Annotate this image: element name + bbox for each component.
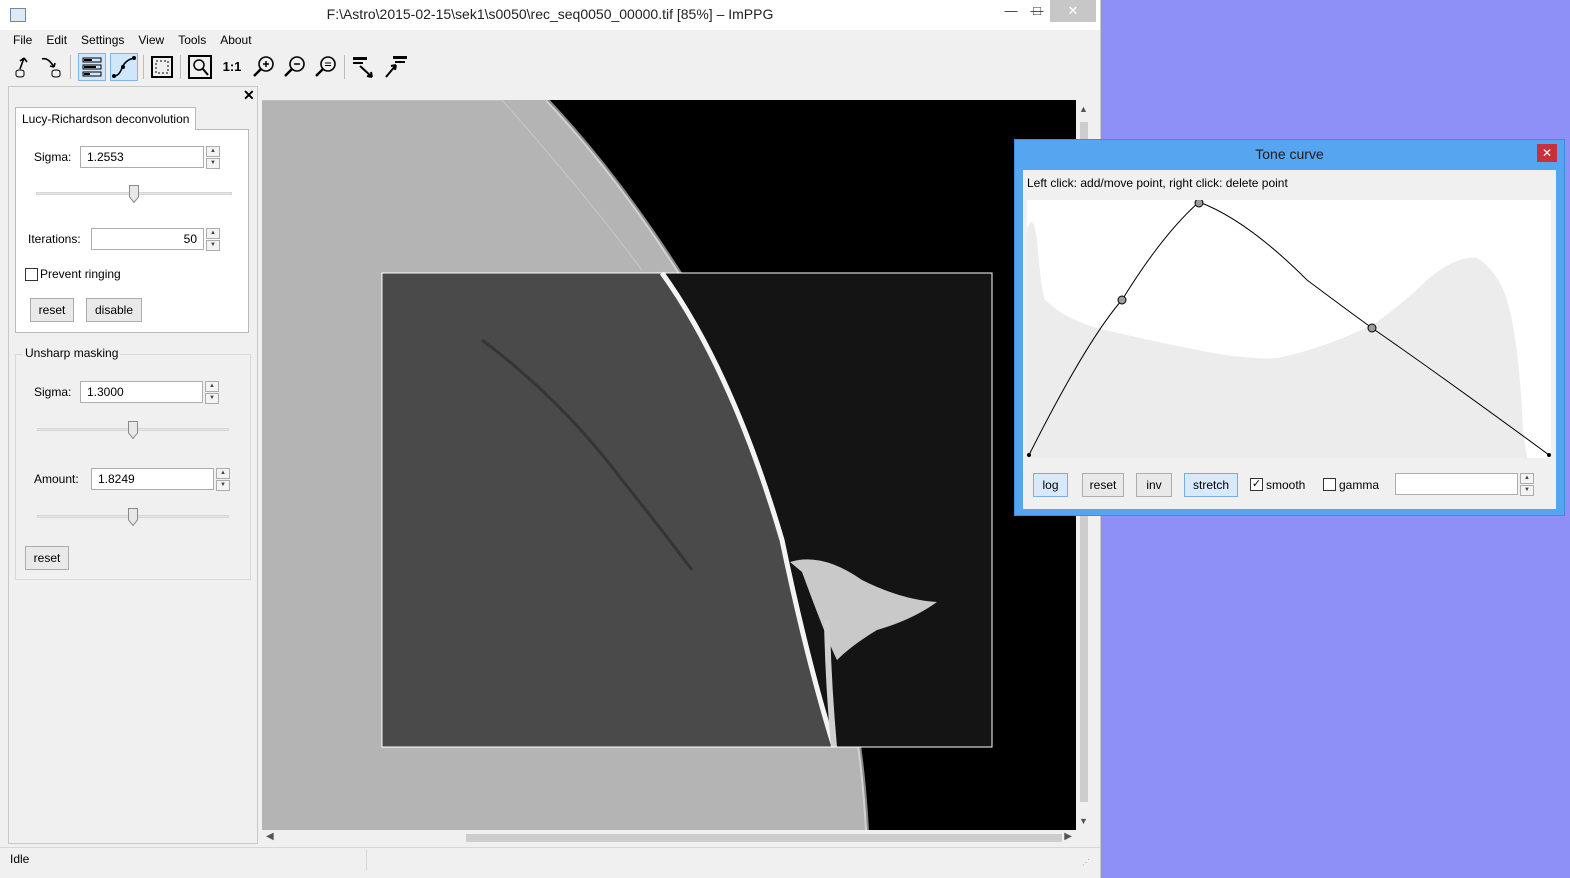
toolbar-separator	[143, 55, 144, 79]
processing-settings-icon[interactable]	[78, 53, 106, 81]
lr-sigma-slider-thumb[interactable]	[129, 185, 139, 204]
curve-control-point[interactable]	[1117, 295, 1127, 305]
select-region-icon[interactable]	[148, 53, 176, 81]
curve-control-point[interactable]	[1027, 453, 1031, 457]
scroll-down-icon[interactable]: ▼	[1079, 816, 1088, 826]
lr-iterations-spinner[interactable]: ▲ ▼	[206, 228, 220, 251]
toolbar: 1:1	[6, 52, 1094, 84]
smooth-label: smooth	[1266, 478, 1306, 492]
scroll-right-icon[interactable]: ▶	[1064, 831, 1072, 842]
toolbar-separator	[344, 55, 345, 79]
prevent-ringing-checkbox[interactable]	[25, 268, 38, 281]
menu-view[interactable]: View	[131, 32, 171, 52]
status-text: Idle	[10, 852, 30, 866]
tone-curve-close-button[interactable]: ✕	[1537, 144, 1557, 162]
tone-curve-title: Tone curve	[1255, 146, 1324, 162]
close-button[interactable]: ✕	[1050, 0, 1096, 22]
unsharp-masking-title: Unsharp masking	[23, 346, 121, 360]
lr-reset-button[interactable]: reset	[30, 298, 74, 322]
status-divider	[366, 850, 367, 870]
lr-iterations-input[interactable]: 50	[91, 228, 204, 250]
save-file-icon[interactable]	[38, 53, 66, 81]
resize-grip-icon[interactable]: ⋰	[1082, 858, 1090, 867]
tone-curve-hint: Left click: add/move point, right click:…	[1027, 176, 1288, 190]
stretch-button[interactable]: stretch	[1184, 473, 1238, 497]
zoom-in-icon[interactable]	[250, 53, 278, 81]
tab-lucy-richardson[interactable]: Lucy-Richardson deconvolution	[15, 107, 197, 130]
tone-reset-button[interactable]: reset	[1082, 473, 1124, 497]
window-title: F:\Astro\2015-02-15\sek1\s0050\rec_seq00…	[326, 6, 774, 22]
menu-settings[interactable]: Settings	[74, 32, 131, 52]
lr-iterations-label: Iterations:	[28, 232, 81, 246]
open-file-icon[interactable]	[10, 53, 38, 81]
um-sigma-label: Sigma:	[34, 385, 72, 399]
menu-about[interactable]: About	[213, 32, 258, 52]
lr-sigma-spinner[interactable]: ▲ ▼	[206, 146, 220, 169]
um-reset-button[interactable]: reset	[25, 546, 69, 570]
curve-control-point[interactable]	[1367, 323, 1377, 333]
fit-window-icon[interactable]	[186, 53, 214, 81]
zoom-out-icon[interactable]	[281, 53, 309, 81]
maximize-button[interactable]: □	[1020, 0, 1054, 22]
um-sigma-input[interactable]: 1.3000	[80, 381, 203, 403]
image-canvas[interactable]	[262, 100, 1076, 830]
um-amount-slider-thumb[interactable]	[128, 508, 138, 527]
scroll-left-icon[interactable]: ◀	[266, 831, 274, 842]
um-amount-spinner[interactable]: ▲ ▼	[216, 468, 230, 491]
status-bar: Idle ⋰	[0, 847, 1100, 872]
menu-tools[interactable]: Tools	[171, 32, 213, 52]
lr-sigma-input[interactable]: 1.2553	[80, 146, 204, 168]
horizontal-scrollbar[interactable]: ◀ ▶	[262, 830, 1076, 846]
toolbar-separator	[180, 55, 181, 79]
tone-curve-icon[interactable]	[110, 53, 138, 81]
curve-control-point[interactable]	[1194, 198, 1204, 208]
smooth-checkbox[interactable]: ✓	[1250, 478, 1263, 491]
um-sigma-slider-thumb[interactable]	[128, 421, 138, 440]
lr-disable-button[interactable]: disable	[86, 298, 142, 322]
lucy-richardson-page: Sigma: 1.2553 ▲ ▼ Iterations: 50 ▲ ▼ Preve…	[15, 129, 249, 333]
panel-close-button[interactable]: ✕	[243, 87, 255, 104]
tone-curve-editor[interactable]	[1027, 198, 1551, 458]
histogram	[1027, 222, 1527, 458]
tone-curve-window: Tone curve ✕ Left click: add/move point,…	[1014, 139, 1565, 516]
invert-button[interactable]: inv	[1136, 473, 1172, 497]
um-sigma-spinner[interactable]: ▲ ▼	[205, 381, 219, 404]
lr-sigma-label: Sigma:	[34, 150, 72, 164]
gamma-input[interactable]	[1395, 473, 1518, 495]
horizontal-scroll-thumb[interactable]	[466, 834, 1062, 842]
menu-bar: File Edit Settings View Tools About	[6, 32, 259, 52]
solar-image	[262, 100, 1076, 830]
curve-control-point[interactable]	[1547, 453, 1551, 457]
zoom-custom-icon[interactable]	[312, 53, 340, 81]
gamma-spinner[interactable]: ▲ ▼	[1520, 473, 1534, 496]
um-amount-label: Amount:	[34, 472, 79, 486]
prevent-ringing-label: Prevent ringing	[40, 267, 121, 281]
batch-process-icon[interactable]	[382, 53, 410, 81]
tone-curve-content: Left click: add/move point, right click:…	[1023, 170, 1556, 509]
processing-panel: ✕ Lucy-Richardson deconvolution Sigma: 1…	[8, 86, 258, 844]
gamma-label: gamma	[1339, 478, 1380, 492]
log-button[interactable]: log	[1033, 473, 1068, 497]
scroll-up-icon[interactable]: ▲	[1079, 104, 1088, 114]
menu-file[interactable]: File	[6, 32, 39, 52]
align-images-icon[interactable]	[350, 53, 378, 81]
title-bar: F:\Astro\2015-02-15\sek1\s0050\rec_seq00…	[0, 0, 1100, 30]
gamma-checkbox[interactable]	[1323, 478, 1336, 491]
zoom-actual-size-icon[interactable]: 1:1	[218, 53, 246, 81]
toolbar-separator	[70, 55, 71, 79]
um-amount-input[interactable]: 1.8249	[91, 468, 214, 490]
menu-edit[interactable]: Edit	[39, 32, 74, 52]
